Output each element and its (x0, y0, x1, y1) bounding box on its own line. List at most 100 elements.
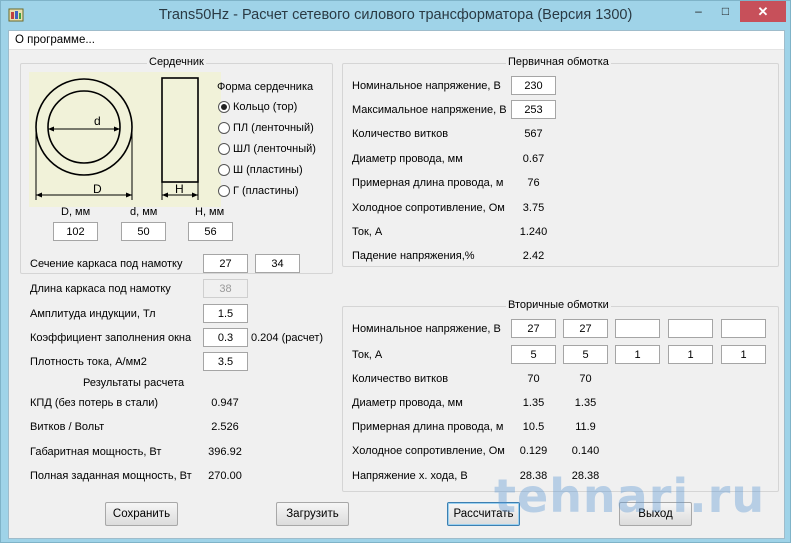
secondary-row-value: 11.9 (575, 421, 596, 433)
primary-row-label: Диаметр провода, мм (352, 153, 463, 165)
radio-dot (218, 164, 230, 176)
window-title: Trans50Hz - Расчет сетевого силового тра… (158, 7, 633, 23)
result-label: Габаритная мощность, Вт (30, 446, 162, 458)
radio-label: ШЛ (ленточный) (233, 143, 316, 155)
radio-label: ПЛ (ленточный) (233, 122, 314, 134)
diagram-label-d: d (94, 114, 101, 128)
primary-row-label: Ток, А (352, 226, 383, 238)
core-group-title: Сердечник (147, 56, 206, 68)
menu-about[interactable]: О программе... (15, 34, 95, 46)
secondary-row-value: 28.38 (571, 470, 600, 482)
dim-D-input[interactable] (53, 222, 98, 241)
fill-calc: 0.204 (расчет) (251, 332, 324, 344)
primary-row-value: 3.75 (522, 202, 545, 214)
dim-d-input[interactable] (121, 222, 166, 241)
secondary-voltage-1[interactable] (511, 319, 556, 338)
secondary-current-label: Ток, А (352, 349, 383, 361)
secondary-voltage-5[interactable] (721, 319, 766, 338)
result-value: 396.92 (208, 446, 242, 458)
result-value: 270.00 (208, 470, 242, 482)
secondary-row-value: 1.35 (522, 397, 545, 409)
section-input-2[interactable] (255, 254, 300, 273)
exit-button[interactable]: Выход (619, 502, 692, 526)
secondary-current-2[interactable] (563, 345, 608, 364)
secondary-voltage-label: Номинальное напряжение, В (352, 323, 501, 335)
primary-row-value: 76 (527, 177, 540, 189)
core-shape-title: Форма сердечника (217, 81, 314, 93)
secondary-row-label: Напряжение х. хода, В (352, 470, 468, 482)
primary-nominal-input[interactable] (511, 76, 556, 95)
secondary-row-value: 1.35 (574, 397, 597, 409)
calculate-button[interactable]: Рассчитать (447, 502, 520, 526)
close-button[interactable]: ✕ (740, 1, 786, 22)
radio-label: Ш (пластины) (233, 164, 303, 176)
radio-shl[interactable]: ШЛ (ленточный) (218, 143, 316, 155)
induction-input[interactable] (203, 304, 248, 323)
title-bar: Trans50Hz - Расчет сетевого силового тра… (1, 1, 790, 30)
length-input (203, 279, 248, 298)
dim-H-input[interactable] (188, 222, 233, 241)
radio-dot (218, 122, 230, 134)
radio-pl[interactable]: ПЛ (ленточный) (218, 122, 314, 134)
secondary-row-label: Диаметр провода, мм (352, 397, 463, 409)
radio-sh[interactable]: Ш (пластины) (218, 164, 303, 176)
primary-row-value: 567 (524, 128, 543, 140)
density-input[interactable] (203, 352, 248, 371)
primary-row-label: Примерная длина провода, м (352, 177, 504, 189)
radio-toroid[interactable]: Кольцо (тор) (218, 101, 297, 113)
secondary-voltage-3[interactable] (615, 319, 660, 338)
secondary-current-3[interactable] (615, 345, 660, 364)
primary-row-label: Холодное сопротивление, Ом (352, 202, 505, 214)
secondary-voltage-2[interactable] (563, 319, 608, 338)
app-window: Trans50Hz - Расчет сетевого силового тра… (0, 0, 791, 543)
dim-d-label: d, мм (130, 206, 158, 218)
secondary-current-1[interactable] (511, 345, 556, 364)
secondary-row-value: 10.5 (522, 421, 545, 433)
load-button[interactable]: Загрузить (276, 502, 349, 526)
primary-row-value: 2.42 (522, 250, 545, 262)
length-label: Длина каркаса под намотку (30, 283, 171, 295)
diagram-label-D: D (93, 182, 102, 196)
secondary-row-label: Примерная длина провода, м (352, 421, 504, 433)
fill-input[interactable] (203, 328, 248, 347)
secondary-group-title: Вторичные обмотки (506, 299, 611, 311)
radio-g[interactable]: Г (пластины) (218, 185, 299, 197)
client-area: О программе... Сердечник d D H Форма сер… (8, 30, 785, 539)
radio-label: Г (пластины) (233, 185, 299, 197)
primary-nominal-label: Номинальное напряжение, В (352, 80, 501, 92)
secondary-row-value: 70 (579, 373, 592, 385)
primary-group (342, 63, 779, 267)
diagram-label-H: H (175, 182, 184, 196)
result-label: Витков / Вольт (30, 421, 105, 433)
secondary-row-value: 28.38 (519, 470, 548, 482)
section-label: Сечение каркаса под намотку (30, 258, 183, 270)
secondary-row-value: 0.129 (519, 445, 548, 457)
secondary-current-4[interactable] (668, 345, 713, 364)
save-button[interactable]: Сохранить (105, 502, 178, 526)
primary-row-value: 1.240 (519, 226, 548, 238)
primary-row-label: Падение напряжения,% (352, 250, 475, 262)
density-label: Плотность тока, А/мм2 (30, 356, 147, 368)
secondary-voltage-4[interactable] (668, 319, 713, 338)
menu-bar: О программе... (9, 31, 784, 50)
dim-D-label: D, мм (61, 206, 91, 218)
core-diagram: d D H (29, 72, 221, 207)
primary-row-label: Количество витков (352, 128, 449, 140)
secondary-row-value: 70 (527, 373, 540, 385)
radio-label: Кольцо (тор) (233, 101, 298, 113)
primary-max-input[interactable] (511, 100, 556, 119)
radio-dot (218, 101, 230, 113)
maximize-button[interactable]: □ (712, 1, 739, 22)
minimize-button[interactable]: – (685, 1, 712, 22)
fill-label: Коэффициент заполнения окна (30, 332, 192, 344)
secondary-row-label: Холодное сопротивление, Ом (352, 445, 505, 457)
section-input-1[interactable] (203, 254, 248, 273)
results-title: Результаты расчета (83, 377, 185, 389)
result-value: 2.526 (211, 421, 239, 433)
radio-dot (218, 185, 230, 197)
primary-group-title: Первичная обмотка (506, 56, 611, 68)
secondary-current-5[interactable] (721, 345, 766, 364)
primary-row-value: 0.67 (522, 153, 545, 165)
radio-dot (218, 143, 230, 155)
induction-label: Амплитуда индукции, Тл (30, 308, 156, 320)
